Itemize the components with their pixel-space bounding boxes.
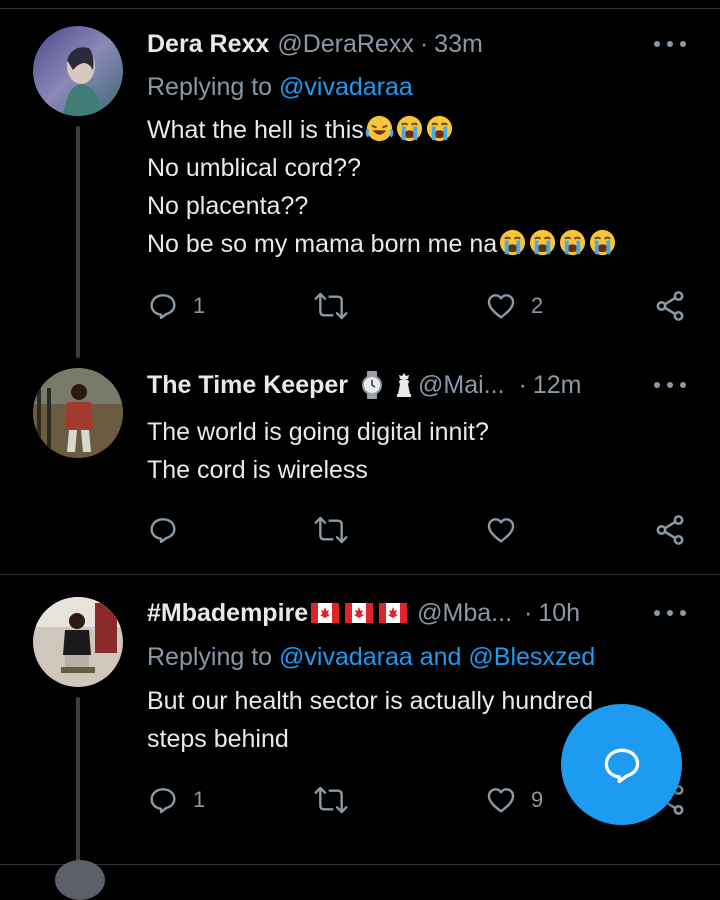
avatar-the-time-keeper[interactable] <box>33 368 123 458</box>
like-button[interactable]: 9 <box>485 782 543 818</box>
canada-flag-icon <box>379 603 408 623</box>
canada-flag-icon <box>311 603 340 623</box>
separator-dot: · <box>419 29 429 58</box>
like-count: 9 <box>531 787 544 812</box>
reply-count: 1 <box>193 293 206 318</box>
retweet-button[interactable] <box>313 288 349 324</box>
reply-icon <box>150 518 176 544</box>
user-handle[interactable]: @DeraRexx <box>277 30 414 59</box>
retweet-icon <box>314 516 348 544</box>
chess-pawn-icon <box>397 373 412 397</box>
tweet-header: Dera Rexx @DeraRexx · 33m <box>147 27 483 61</box>
replying-prefix: Replying to <box>147 643 273 671</box>
tweet-line: The cord is wireless <box>147 456 368 484</box>
separator-dot: · <box>524 598 533 627</box>
replying-prefix: Replying to <box>147 73 273 101</box>
tweet-line: steps behind <box>147 725 289 753</box>
mention-link[interactable]: @vivadaraa and @Blesxzed <box>279 643 595 671</box>
display-name[interactable]: #Mbadempire <box>147 599 308 628</box>
like-count: 2 <box>531 293 544 318</box>
retweet-button[interactable] <box>313 512 349 548</box>
heart-icon <box>487 518 515 543</box>
like-button[interactable]: 2 <box>485 288 543 324</box>
tweet-actions <box>147 512 687 548</box>
display-name[interactable]: The Time Keeper <box>147 371 348 400</box>
avatar-dera-rexx[interactable] <box>33 26 123 116</box>
reply-button[interactable]: 1 <box>147 288 205 324</box>
thread-line <box>76 126 80 358</box>
separator-dot: · <box>518 370 527 399</box>
loudly-crying-emoji-icon <box>396 115 422 142</box>
loudly-crying-emoji-icon <box>426 115 452 142</box>
tweet-2[interactable]: The Time Keeper @Mai... · 12m The world … <box>0 360 720 574</box>
user-handle[interactable]: @Mba... <box>417 599 512 628</box>
tweet-divider <box>0 864 720 865</box>
retweet-icon <box>314 786 348 814</box>
reply-button[interactable]: 1 <box>147 782 205 818</box>
tweet-line: The world is going digital innit? <box>147 418 489 446</box>
tweet-line: No be so my mama born me na <box>147 230 498 258</box>
share-button[interactable] <box>653 512 687 548</box>
tweet-header: #Mbadempire @Mba... · 10h <box>147 596 580 630</box>
retweet-button[interactable] <box>313 782 349 818</box>
timestamp[interactable]: 33m <box>434 30 483 59</box>
loudly-crying-emoji-icon <box>590 229 616 256</box>
mention-link[interactable]: @vivadaraa <box>279 73 413 101</box>
reply-count: 1 <box>193 787 206 812</box>
loudly-crying-emoji-icon <box>530 229 556 256</box>
thread-line <box>76 697 80 862</box>
timestamp[interactable]: 10h <box>538 599 580 628</box>
loudly-crying-emoji-icon <box>560 229 586 256</box>
compose-reply-button[interactable] <box>561 704 682 825</box>
tweet-line: No placenta?? <box>147 192 309 220</box>
retweet-icon <box>314 292 348 320</box>
reply-icon <box>150 788 176 814</box>
tweet-text: The world is going digital innit? The co… <box>147 413 489 489</box>
heart-icon <box>487 294 515 319</box>
more-icon[interactable] <box>654 32 686 56</box>
avatar-mbadempire[interactable] <box>33 597 123 687</box>
tweet-1[interactable]: Dera Rexx @DeraRexx · 33m Replying to @v… <box>0 0 720 360</box>
heart-icon <box>487 788 515 813</box>
compose-reply-icon <box>604 748 639 783</box>
timestamp[interactable]: 12m <box>533 371 582 400</box>
reply-button[interactable] <box>147 512 179 548</box>
more-icon[interactable] <box>654 601 686 625</box>
display-name[interactable]: Dera Rexx <box>147 30 269 59</box>
share-button[interactable] <box>653 288 687 324</box>
tweet-line: But our health sector is actually hundre… <box>147 687 594 715</box>
share-icon <box>656 515 684 545</box>
reply-icon <box>150 294 176 320</box>
user-handle[interactable]: @Mai... <box>418 371 505 400</box>
replying-to: Replying to @vivadaraa and @Blesxzed <box>147 643 595 672</box>
tweet-text: What the hell is this No umblical cord??… <box>147 111 617 263</box>
like-button[interactable] <box>485 512 517 548</box>
tweet-line: No umblical cord?? <box>147 154 361 182</box>
next-tweet-avatar[interactable] <box>55 860 105 900</box>
more-icon[interactable] <box>654 373 686 397</box>
loudly-crying-emoji-icon <box>500 229 526 256</box>
tweet-header: The Time Keeper @Mai... · 12m <box>147 368 581 402</box>
tweet-text: But our health sector is actually hundre… <box>147 682 593 758</box>
tweet-line: What the hell is this <box>147 116 364 144</box>
tweet-actions: 1 2 <box>147 288 687 324</box>
canada-flag-icon <box>345 603 374 623</box>
share-icon <box>656 291 684 321</box>
laughing-crying-emoji-icon <box>365 115 394 142</box>
watch-emoji-icon <box>362 371 383 399</box>
replying-to: Replying to @vivadaraa <box>147 73 413 102</box>
